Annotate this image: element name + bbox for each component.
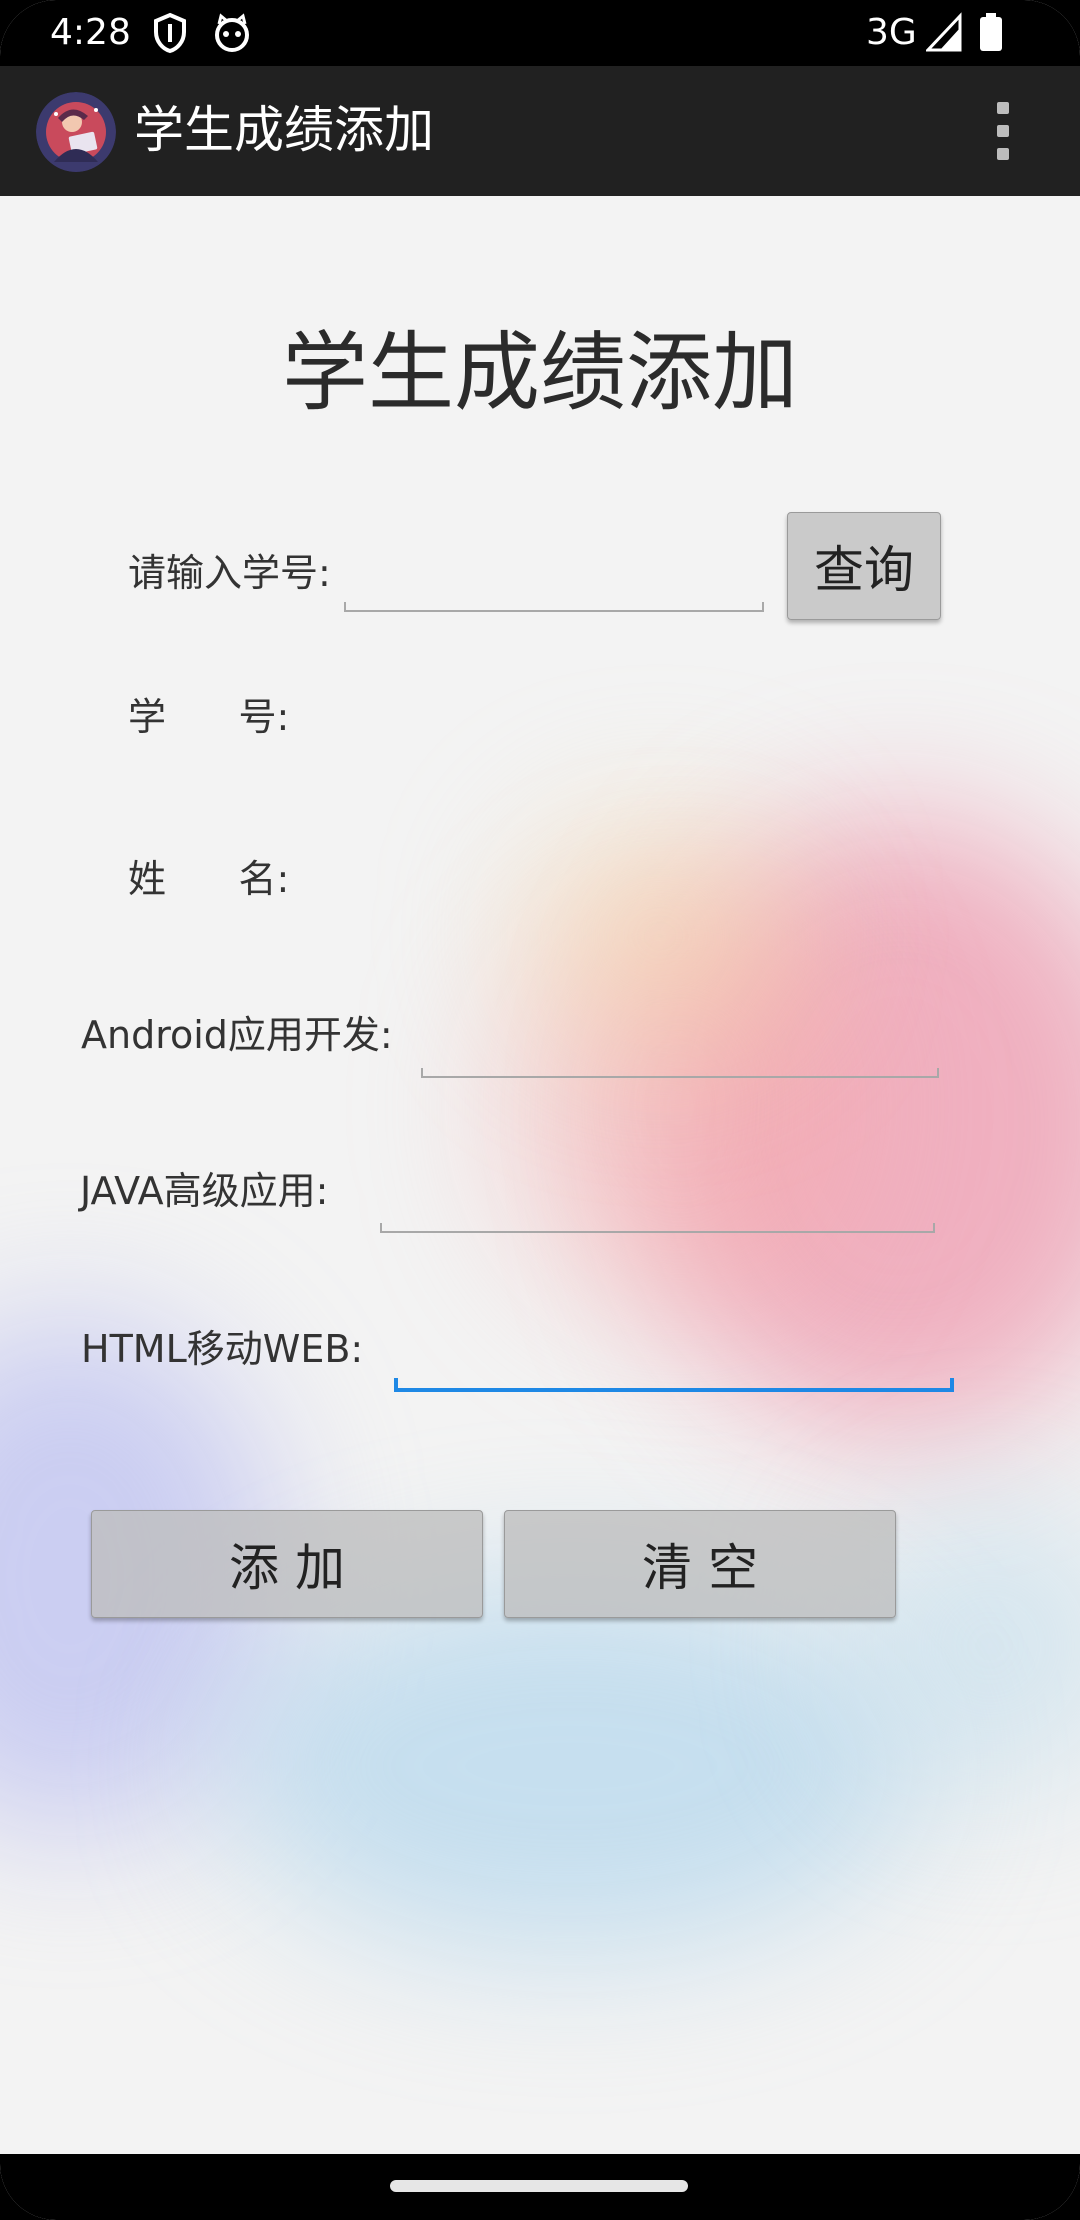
battery-icon [980, 13, 1002, 51]
status-time: 4:28 [50, 12, 131, 53]
query-button[interactable]: 查询 [787, 512, 941, 620]
android-score-input[interactable] [421, 1068, 939, 1078]
app-bar: 学生成绩添加 [0, 66, 1080, 196]
shield-icon [154, 12, 186, 54]
java-score-label: JAVA高级应用: [80, 1169, 329, 1213]
phone-screen: 4:28 3G 学生成绩添加 学生成绩添加 请输入学号: 查询 学 号: 姓 名… [0, 0, 1080, 2220]
query-label: 请输入学号: [128, 551, 331, 595]
html-score-label: HTML移动WEB: [81, 1327, 364, 1371]
status-bar: 4:28 3G [0, 0, 1080, 66]
form-content: 学生成绩添加 请输入学号: 查询 学 号: 姓 名: Android应用开发: … [0, 196, 1080, 2154]
more-vert-icon[interactable] [980, 96, 1024, 166]
app-bar-title: 学生成绩添加 [134, 101, 434, 159]
home-handle[interactable] [390, 2180, 688, 2192]
java-score-input[interactable] [380, 1223, 935, 1233]
clear-button[interactable]: 清 空 [504, 1510, 896, 1618]
add-button[interactable]: 添 加 [91, 1510, 483, 1618]
navigation-bar [0, 2154, 1080, 2220]
android-score-label: Android应用开发: [81, 1013, 393, 1057]
page-title: 学生成绩添加 [282, 323, 798, 423]
signal-icon [926, 12, 962, 52]
html-score-input[interactable] [394, 1378, 954, 1392]
student-name-label: 姓 名: [128, 857, 290, 901]
network-type: 3G [866, 12, 917, 53]
student-id-label: 学 号: [128, 695, 290, 739]
app-logo-icon [36, 92, 116, 172]
cat-face-icon [215, 13, 249, 52]
query-student-id-input[interactable] [344, 602, 764, 612]
